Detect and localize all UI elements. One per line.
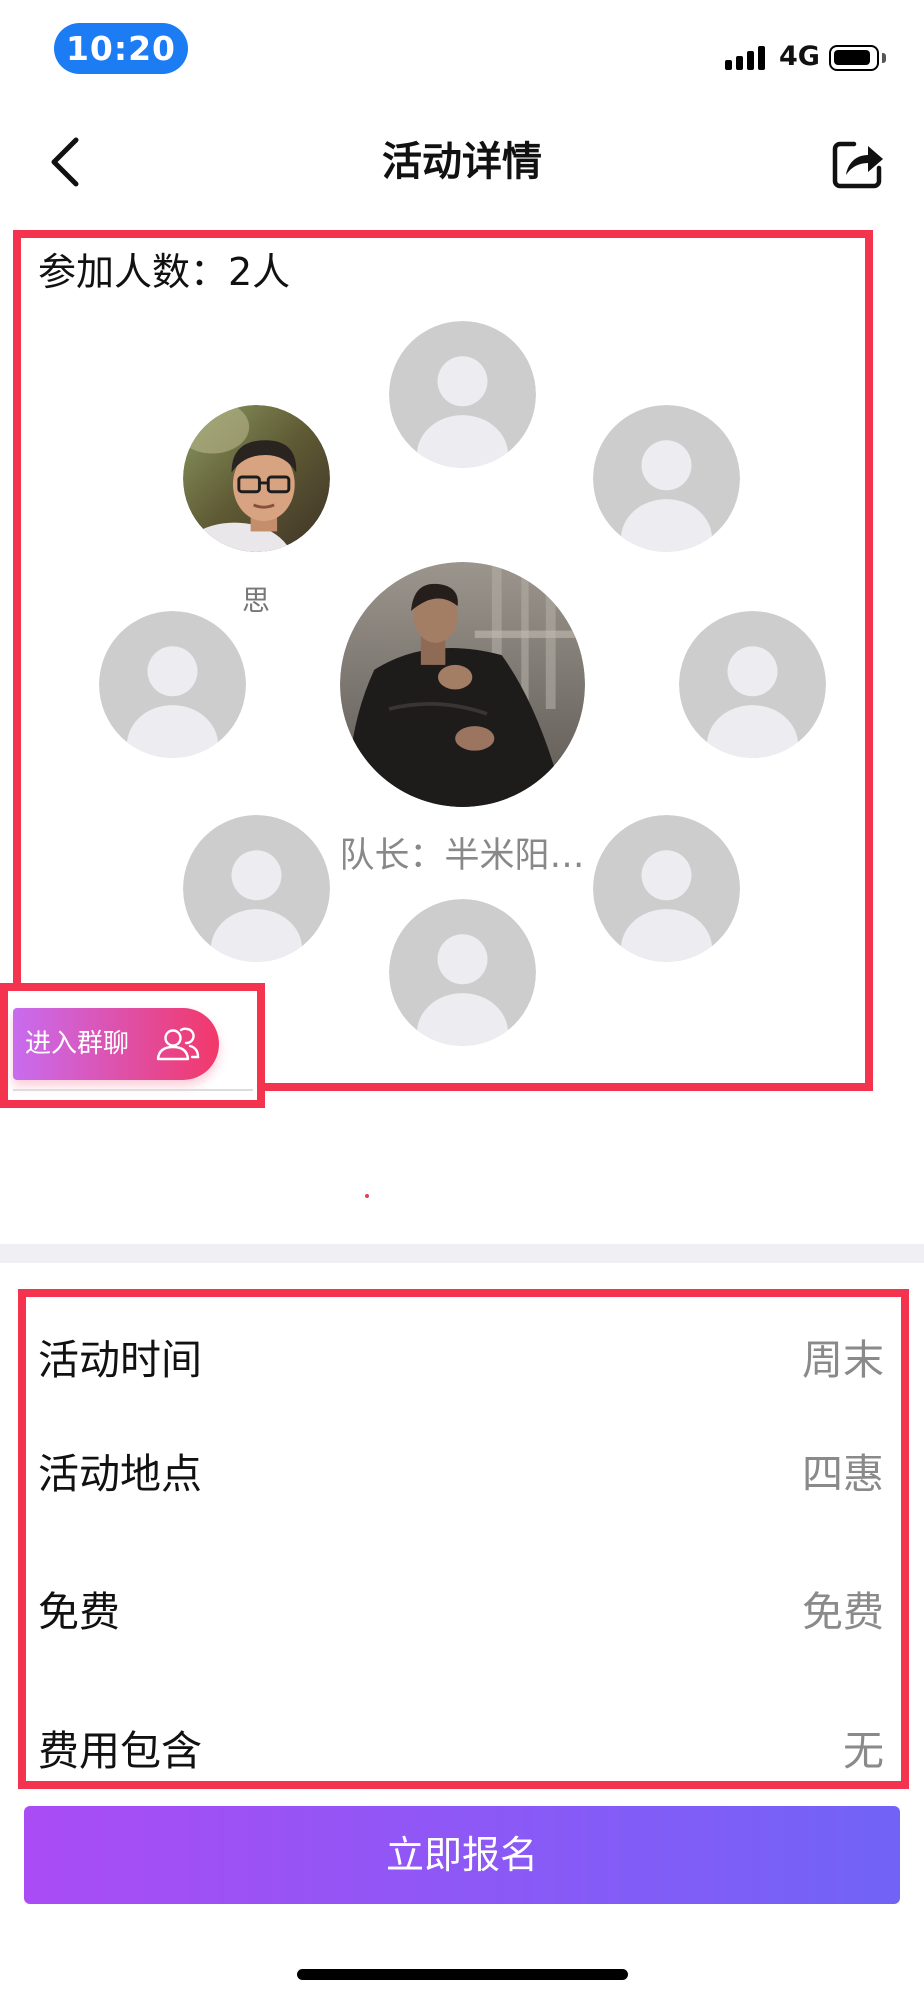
cellular-signal-icon — [725, 44, 767, 70]
member-avatar[interactable] — [183, 405, 330, 552]
default-user-avatar-icon — [389, 321, 536, 468]
detail-value-fee-includes: 无 — [843, 1727, 884, 1775]
member-name: 思 — [241, 584, 270, 617]
participant-count: 参加人数：2人 — [38, 250, 291, 294]
divider — [13, 1089, 253, 1091]
battery-nub — [882, 53, 886, 63]
share-button[interactable] — [830, 135, 886, 191]
detail-label-time: 活动时间 — [38, 1336, 202, 1384]
home-indicator[interactable] — [297, 1969, 628, 1980]
enter-group-chat-button[interactable]: 进入群聊 — [13, 1008, 219, 1080]
status-time: 10:20 — [54, 23, 188, 74]
default-user-avatar-icon — [593, 405, 740, 552]
default-user-avatar-icon — [389, 899, 536, 1046]
leader-photo — [340, 562, 585, 807]
empty-member-slot[interactable] — [389, 321, 536, 468]
signup-button[interactable]: 立即报名 — [24, 1806, 900, 1904]
default-user-avatar-icon — [679, 611, 826, 758]
leader-label: 队长：半米阳… — [339, 836, 585, 876]
detail-value-location: 四惠 — [802, 1450, 884, 1498]
empty-member-slot[interactable] — [679, 611, 826, 758]
network-type: 4G — [779, 41, 820, 72]
detail-label-fee: 免费 — [38, 1588, 120, 1636]
leader-avatar[interactable] — [340, 562, 585, 807]
page-indicator-dot — [365, 1194, 369, 1198]
empty-member-slot[interactable] — [593, 405, 740, 552]
empty-member-slot[interactable] — [389, 899, 536, 1046]
member-photo — [183, 405, 330, 552]
section-separator — [0, 1244, 924, 1263]
default-user-avatar-icon — [99, 611, 246, 758]
share-icon — [832, 141, 883, 189]
detail-label-location: 活动地点 — [38, 1450, 202, 1498]
group-chat-label: 进入群聊 — [25, 1029, 130, 1059]
battery-icon — [829, 45, 879, 71]
empty-member-slot[interactable] — [99, 611, 246, 758]
detail-label-fee-includes: 费用包含 — [38, 1727, 202, 1775]
detail-value-time: 周末 — [802, 1336, 884, 1384]
group-users-icon — [156, 1027, 200, 1061]
detail-value-fee: 免费 — [802, 1588, 884, 1636]
page-title: 活动详情 — [382, 139, 542, 185]
